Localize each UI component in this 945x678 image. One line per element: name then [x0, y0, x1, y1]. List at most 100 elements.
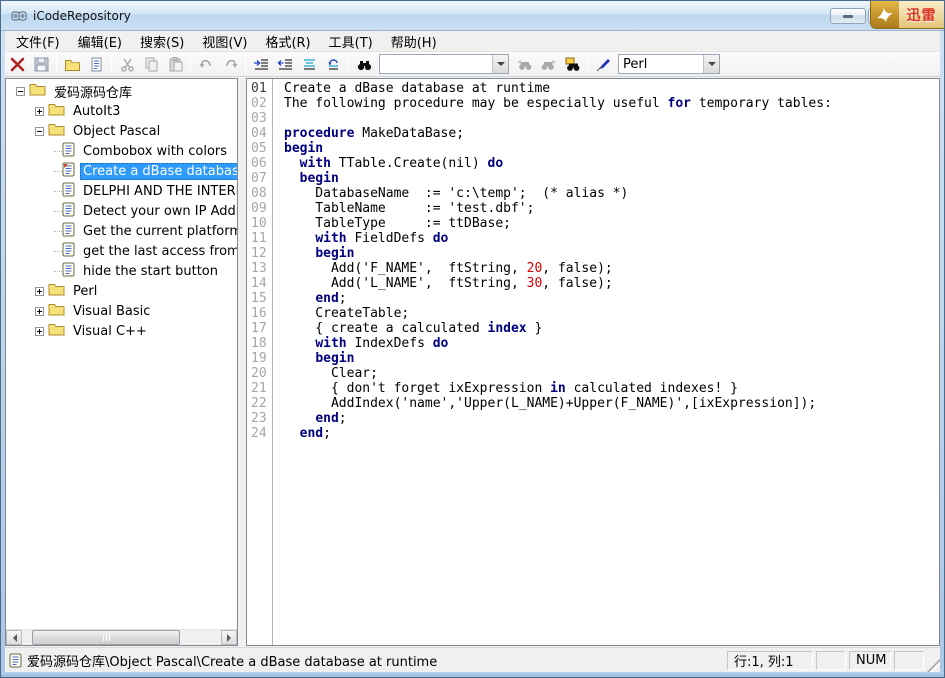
menu-item-3[interactable]: 视图(V)	[193, 30, 256, 53]
new-folder-button[interactable]	[60, 53, 84, 75]
chevron-down-icon[interactable]	[703, 55, 719, 73]
tree-item-autoit3[interactable]: AutoIt3	[6, 101, 237, 121]
save-button[interactable]	[29, 53, 53, 75]
code-line-2[interactable]: The following procedure may be especiall…	[284, 96, 939, 111]
menu-item-6[interactable]: 帮助(H)	[382, 30, 446, 53]
tree-item-label[interactable]: 爱码源码仓库	[51, 81, 135, 102]
undo-button[interactable]	[194, 53, 218, 75]
code-line-3[interactable]	[284, 111, 939, 126]
tree-item-label[interactable]: Object Pascal	[70, 123, 163, 140]
redo-button[interactable]	[218, 53, 242, 75]
code-line-7[interactable]: begin	[284, 171, 939, 186]
tree-item-label[interactable]: Perl	[70, 283, 100, 300]
code-token: ;	[339, 411, 347, 426]
expand-plus-icon[interactable]	[35, 287, 44, 296]
code-line-8[interactable]: DatabaseName := 'c:\temp'; (* alias *)	[284, 186, 939, 201]
code-line-14[interactable]: Add('L_NAME', ftString, 30, false);	[284, 276, 939, 291]
code-line-23[interactable]: end;	[284, 411, 939, 426]
scroll-track[interactable]	[22, 630, 221, 645]
search-combo[interactable]	[379, 54, 509, 74]
collapse-minus-icon[interactable]	[16, 87, 25, 96]
menu-item-4[interactable]: 格式(R)	[256, 30, 319, 53]
code-line-20[interactable]: Clear;	[284, 366, 939, 381]
code-editor[interactable]: 0102030405060708091011121314151617181920…	[246, 78, 940, 646]
scroll-right-arrow-icon[interactable]	[221, 630, 237, 645]
expand-plus-icon[interactable]	[35, 307, 44, 316]
tree-item-label[interactable]: DELPHI AND THE INTERN	[80, 183, 237, 200]
tree-horizontal-scrollbar[interactable]	[6, 629, 237, 645]
code-line-16[interactable]: CreateTable;	[284, 306, 939, 321]
expand-plus-icon[interactable]	[35, 327, 44, 336]
code-area[interactable]: Create a dBase database at runtimeThe fo…	[273, 79, 939, 645]
tree-item-label[interactable]: Visual C++	[70, 323, 150, 340]
tree-item-perl[interactable]: Perl	[6, 281, 237, 301]
code-line-9[interactable]: TableName := 'test.dbf';	[284, 201, 939, 216]
code-line-4[interactable]: procedure MakeDataBase;	[284, 126, 939, 141]
code-line-21[interactable]: { don't forget ixExpression in calculate…	[284, 381, 939, 396]
language-dart-button[interactable]	[591, 53, 615, 75]
delete-button[interactable]	[5, 53, 29, 75]
chevron-down-icon[interactable]	[492, 55, 508, 73]
tree-item-delphi-and-the-intern[interactable]: DELPHI AND THE INTERN	[6, 181, 237, 201]
code-token	[284, 411, 315, 426]
tree-item-hide-the-start-button[interactable]: hide the start button	[6, 261, 237, 281]
expand-plus-icon[interactable]	[35, 107, 44, 116]
find-previous-button[interactable]	[512, 53, 536, 75]
tree-item-object-pascal[interactable]: Object Pascal	[6, 121, 237, 141]
menu-item-5[interactable]: 工具(T)	[320, 30, 382, 53]
tree-item-label[interactable]: Combobox with colors	[80, 143, 230, 160]
code-line-10[interactable]: TableType := ttDBase;	[284, 216, 939, 231]
tree-item-label[interactable]: AutoIt3	[70, 103, 123, 120]
cut-button[interactable]	[115, 53, 139, 75]
code-line-11[interactable]: with FieldDefs do	[284, 231, 939, 246]
find-button[interactable]	[352, 53, 376, 75]
code-line-19[interactable]: begin	[284, 351, 939, 366]
scroll-thumb[interactable]	[32, 630, 180, 645]
code-line-22[interactable]: AddIndex('name','Upper(L_NAME)+Upper(F_N…	[284, 396, 939, 411]
code-line-24[interactable]: end;	[284, 426, 939, 441]
tree-item-label[interactable]: get the last access from a	[80, 243, 237, 260]
code-line-12[interactable]: begin	[284, 246, 939, 261]
tree-item-visual-c-[interactable]: Visual C++	[6, 321, 237, 341]
tree-item-detect-your-own-ip-addre[interactable]: Detect your own IP Addre	[6, 201, 237, 221]
format-align-button[interactable]	[297, 53, 321, 75]
keyword-token: end	[315, 291, 338, 306]
find-next-button[interactable]	[536, 53, 560, 75]
code-line-17[interactable]: { create a calculated index }	[284, 321, 939, 336]
collapse-minus-icon[interactable]	[35, 127, 44, 136]
outdent-button[interactable]	[273, 53, 297, 75]
code-line-5[interactable]: begin	[284, 141, 939, 156]
menu-item-0[interactable]: 文件(F)	[7, 30, 69, 53]
tree-item-label[interactable]: Create a dBase database	[80, 163, 237, 180]
menu-item-2[interactable]: 搜索(S)	[131, 30, 193, 53]
tree-item-get-the-last-access-from-a[interactable]: get the last access from a	[6, 241, 237, 261]
indent-button[interactable]	[249, 53, 273, 75]
language-combo[interactable]: Perl	[618, 54, 720, 74]
undo-format-button[interactable]	[321, 53, 345, 75]
language-combo-value[interactable]: Perl	[619, 57, 703, 72]
code-line-6[interactable]: with TTable.Create(nil) do	[284, 156, 939, 171]
tree-item-label[interactable]: Visual Basic	[70, 303, 153, 320]
tree-item-visual-basic[interactable]: Visual Basic	[6, 301, 237, 321]
tree-item-combobox-with-colors[interactable]: Combobox with colors	[6, 141, 237, 161]
tree-item-label[interactable]: hide the start button	[80, 263, 221, 280]
code-line-1[interactable]: Create a dBase database at runtime	[284, 81, 939, 96]
tree-item-get-the-current-platform[interactable]: Get the current platform	[6, 221, 237, 241]
code-line-18[interactable]: with IndexDefs do	[284, 336, 939, 351]
menu-item-1[interactable]: 编辑(E)	[69, 30, 131, 53]
code-token: Clear;	[284, 366, 378, 381]
minimize-button[interactable]	[830, 8, 866, 24]
new-snippet-button[interactable]	[84, 53, 108, 75]
code-line-13[interactable]: Add('F_NAME', ftString, 20, false);	[284, 261, 939, 276]
tree-item-label[interactable]: Get the current platform	[80, 223, 237, 240]
scroll-left-arrow-icon[interactable]	[6, 630, 22, 645]
tree-item-label[interactable]: Detect your own IP Addre	[80, 203, 237, 220]
tree-item-create-a-dbase-database[interactable]: Create a dBase database	[6, 161, 237, 181]
find-in-files-button[interactable]	[560, 53, 584, 75]
code-line-15[interactable]: end;	[284, 291, 939, 306]
copy-button[interactable]	[139, 53, 163, 75]
paste-button[interactable]	[163, 53, 187, 75]
outdent-icon	[277, 56, 294, 73]
tree-item--[interactable]: 爱码源码仓库	[6, 81, 237, 101]
xunlei-overlay-button[interactable]: 迅雷	[870, 1, 944, 29]
